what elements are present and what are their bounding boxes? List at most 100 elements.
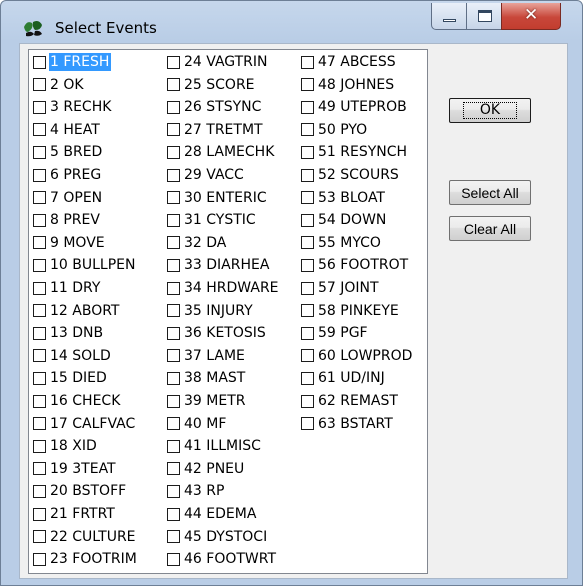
event-item[interactable]: 22 CULTURE xyxy=(33,526,138,548)
event-item[interactable]: 5 BRED xyxy=(33,141,104,163)
event-checkbox[interactable] xyxy=(33,145,46,159)
event-checkbox[interactable] xyxy=(167,258,180,272)
event-checkbox[interactable] xyxy=(33,371,46,385)
event-checkbox[interactable] xyxy=(301,123,314,137)
event-checkbox[interactable] xyxy=(301,326,314,340)
event-item[interactable]: 28 LAMECHK xyxy=(167,141,276,163)
event-item[interactable]: 34 HRDWARE xyxy=(167,277,281,299)
event-item[interactable]: 56 FOOTROT xyxy=(301,254,410,276)
event-checkbox[interactable] xyxy=(301,417,314,431)
event-item[interactable]: 9 MOVE xyxy=(33,232,107,254)
event-item[interactable]: 33 DIARHEA xyxy=(167,254,271,276)
event-checkbox[interactable] xyxy=(301,55,314,69)
event-checkbox[interactable] xyxy=(33,100,46,114)
event-item[interactable]: 19 3TEAT xyxy=(33,458,118,480)
event-checkbox[interactable] xyxy=(33,530,46,544)
event-checkbox[interactable] xyxy=(33,213,46,227)
event-item[interactable]: 21 FRTRT xyxy=(33,503,117,525)
event-item[interactable]: 42 PNEU xyxy=(167,458,246,480)
event-checklist[interactable]: 1 FRESH 2 OK 3 RECHK 4 HEAT 5 BRED 6 PREG 7 OP… xyxy=(28,49,428,574)
event-checkbox[interactable] xyxy=(33,439,46,453)
event-checkbox[interactable] xyxy=(33,236,46,250)
event-checkbox[interactable] xyxy=(167,100,180,114)
event-item[interactable]: 46 FOOTWRT xyxy=(167,548,278,570)
event-checkbox[interactable] xyxy=(167,55,180,69)
event-item[interactable]: 16 CHECK xyxy=(33,390,122,412)
event-checkbox[interactable] xyxy=(33,507,46,521)
event-item[interactable]: 50 PYO xyxy=(301,119,369,141)
event-checkbox[interactable] xyxy=(301,371,314,385)
event-item[interactable]: 18 XID xyxy=(33,435,99,457)
event-item[interactable]: 12 ABORT xyxy=(33,300,121,322)
select-all-button[interactable]: Select All xyxy=(449,180,531,205)
minimize-button[interactable] xyxy=(431,3,467,30)
event-item[interactable]: 2 OK xyxy=(33,74,86,96)
event-item[interactable]: 29 VACC xyxy=(167,164,246,186)
event-item[interactable]: 27 TRETMT xyxy=(167,119,265,141)
event-checkbox[interactable] xyxy=(33,462,46,476)
event-item[interactable]: 6 PREG xyxy=(33,164,103,186)
event-item[interactable]: 53 BLOAT xyxy=(301,187,387,209)
ok-button[interactable]: OK xyxy=(449,98,531,123)
event-item[interactable]: 41 ILLMISC xyxy=(167,435,263,457)
event-checkbox[interactable] xyxy=(301,394,314,408)
event-item[interactable]: 59 PGF xyxy=(301,322,370,344)
event-checkbox[interactable] xyxy=(167,507,180,521)
event-item[interactable]: 17 CALFVAC xyxy=(33,413,137,435)
close-button[interactable]: ✕ xyxy=(501,3,561,30)
event-item[interactable]: 45 DYSTOCI xyxy=(167,526,269,548)
event-item[interactable]: 11 DRY xyxy=(33,277,102,299)
event-item[interactable]: 57 JOINT xyxy=(301,277,381,299)
event-item[interactable]: 14 SOLD xyxy=(33,345,113,367)
event-checkbox[interactable] xyxy=(167,552,180,566)
event-item[interactable]: 7 OPEN xyxy=(33,187,104,209)
event-item[interactable]: 38 MAST xyxy=(167,367,247,389)
event-item[interactable]: 54 DOWN xyxy=(301,209,388,231)
event-item[interactable]: 52 SCOURS xyxy=(301,164,401,186)
event-item[interactable]: 4 HEAT xyxy=(33,119,102,141)
event-item[interactable]: 62 REMAST xyxy=(301,390,400,412)
event-checkbox[interactable] xyxy=(167,191,180,205)
event-checkbox[interactable] xyxy=(33,326,46,340)
event-item[interactable]: 15 DIED xyxy=(33,367,109,389)
event-item[interactable]: 40 MF xyxy=(167,413,228,435)
event-item[interactable]: 37 LAME xyxy=(167,345,247,367)
event-checkbox[interactable] xyxy=(33,78,46,92)
event-checkbox[interactable] xyxy=(167,417,180,431)
event-checkbox[interactable] xyxy=(301,78,314,92)
event-item[interactable]: 61 UD/INJ xyxy=(301,367,387,389)
event-checkbox[interactable] xyxy=(33,552,46,566)
event-item[interactable]: 30 ENTERIC xyxy=(167,187,269,209)
event-item[interactable]: 43 RP xyxy=(167,480,226,502)
event-checkbox[interactable] xyxy=(301,349,314,363)
event-checkbox[interactable] xyxy=(167,145,180,159)
event-item[interactable]: 8 PREV xyxy=(33,209,102,231)
event-checkbox[interactable] xyxy=(167,484,180,498)
event-checkbox[interactable] xyxy=(33,394,46,408)
event-checkbox[interactable] xyxy=(33,168,46,182)
event-checkbox[interactable] xyxy=(301,213,314,227)
event-item[interactable]: 39 METR xyxy=(167,390,247,412)
event-item[interactable]: 13 DNB xyxy=(33,322,105,344)
event-item[interactable]: 25 SCORE xyxy=(167,74,257,96)
event-checkbox[interactable] xyxy=(301,236,314,250)
event-checkbox[interactable] xyxy=(167,371,180,385)
event-item[interactable]: 26 STSYNC xyxy=(167,96,263,118)
event-checkbox[interactable] xyxy=(167,349,180,363)
event-checkbox[interactable] xyxy=(167,281,180,295)
event-checkbox[interactable] xyxy=(301,168,314,182)
event-item[interactable]: 55 MYCO xyxy=(301,232,383,254)
event-item[interactable]: 23 FOOTRIM xyxy=(33,548,139,570)
event-checkbox[interactable] xyxy=(167,394,180,408)
event-item[interactable]: 58 PINKEYE xyxy=(301,300,401,322)
event-checkbox[interactable] xyxy=(167,213,180,227)
event-checkbox[interactable] xyxy=(167,236,180,250)
event-checkbox[interactable] xyxy=(167,326,180,340)
maximize-button[interactable] xyxy=(466,3,502,30)
event-item[interactable]: 1 FRESH xyxy=(33,51,112,73)
title-bar[interactable]: Select Events ✕ xyxy=(1,1,582,41)
event-checkbox[interactable] xyxy=(301,145,314,159)
event-checkbox[interactable] xyxy=(167,462,180,476)
event-checkbox[interactable] xyxy=(301,258,314,272)
event-item[interactable]: 3 RECHK xyxy=(33,96,113,118)
